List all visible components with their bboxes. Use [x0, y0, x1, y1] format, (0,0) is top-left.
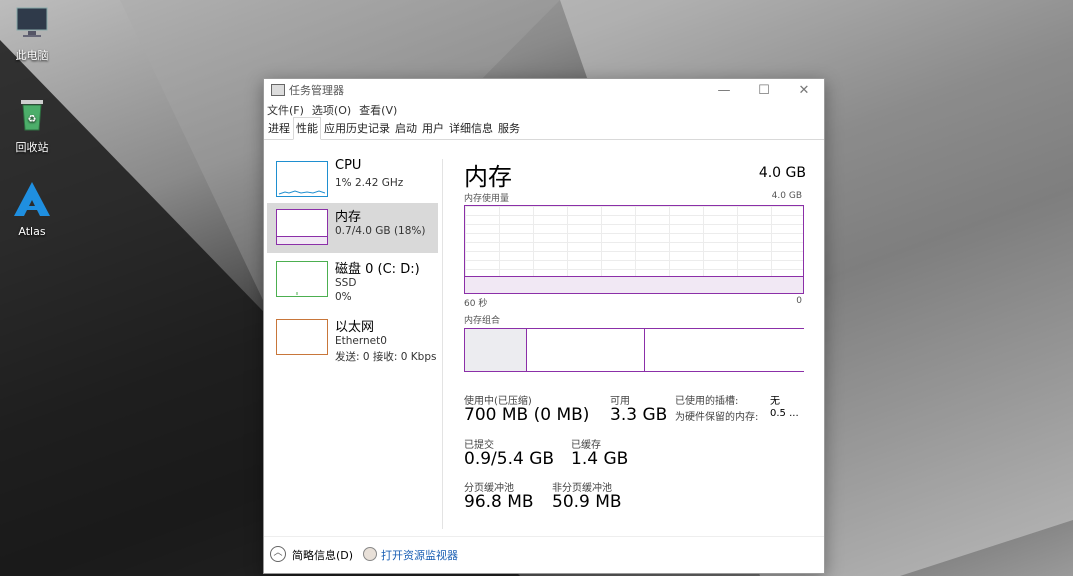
hw-reserved-value: 0.5 ...: [770, 408, 799, 419]
nonpaged-pool-value: 50.9 MB: [552, 492, 622, 512]
menu-file[interactable]: 文件(F): [267, 102, 304, 118]
pane-divider: [442, 159, 443, 529]
graph-x-left-label: 60 秒: [464, 299, 488, 309]
slots-used-label: 已使用的插槽:: [675, 396, 739, 407]
disk-thumbnail-graph: [276, 261, 328, 297]
memory-usage-graph: [464, 205, 804, 294]
sidebar-item-detail-2: 发送: 0 接收: 0 Kbps: [335, 351, 437, 363]
sidebar-item-title: 内存: [335, 210, 362, 225]
desktop-icon-recycle-bin[interactable]: ♻ 回收站: [2, 96, 62, 155]
slots-used-value: 无: [770, 396, 780, 407]
tab-details[interactable]: 详细信息: [447, 118, 495, 139]
total-memory: 4.0 GB: [758, 165, 806, 181]
computer-icon: [2, 6, 62, 43]
sidebar-item-detail: 0.7/4.0 GB (18%): [335, 225, 426, 237]
in-use-value: 700 MB (0 MB): [464, 405, 590, 425]
ethernet-thumbnail-graph: [276, 319, 328, 355]
task-manager-icon: [271, 84, 285, 96]
composition-label: 内存组合: [464, 316, 501, 326]
sidebar-item-detail: Ethernet0: [335, 335, 387, 347]
footer-bar: ︿ 简略信息(D) 打开资源监视器: [264, 536, 824, 573]
available-value: 3.3 GB: [610, 405, 668, 425]
desktop-icon-label: 此电脑: [15, 49, 49, 62]
sidebar-item-disk[interactable]: 磁盘 0 (C: D:) SSD 0%: [267, 255, 438, 311]
sidebar-item-detail: 1% 2.42 GHz: [335, 177, 404, 189]
sidebar-item-detail-2: 0%: [335, 291, 352, 303]
desktop-icon-this-pc[interactable]: 此电脑: [2, 6, 62, 63]
cached-value: 1.4 GB: [571, 449, 629, 469]
maximize-button[interactable]: ☐: [744, 83, 784, 98]
sidebar-item-detail: SSD: [335, 277, 357, 289]
close-button[interactable]: ✕: [784, 83, 824, 98]
chevron-up-icon[interactable]: ︿: [270, 546, 286, 562]
sidebar-item-ethernet[interactable]: 以太网 Ethernet0 发送: 0 接收: 0 Kbps: [267, 313, 438, 369]
hw-reserved-label: 为硬件保留的内存:: [675, 412, 759, 423]
desktop-icon-atlas[interactable]: Atlas: [2, 180, 62, 238]
sidebar-item-title: CPU: [335, 158, 362, 173]
resource-monitor-icon: [363, 547, 377, 561]
fewer-details-link[interactable]: 简略信息(D): [292, 547, 353, 563]
memory-usage-fill: [465, 276, 803, 293]
task-manager-window: 任务管理器 — ☐ ✕ 文件(F) 选项(O) 查看(V) 进程 性能 应用历史…: [263, 78, 825, 574]
usage-graph-max: 4.0 GB: [771, 191, 802, 201]
desktop-icon-label: Atlas: [18, 225, 46, 238]
sidebar-item-memory[interactable]: 内存 0.7/4.0 GB (18%): [267, 203, 438, 253]
composition-segment: [525, 329, 646, 371]
memory-thumbnail-graph: [276, 209, 328, 245]
tab-services[interactable]: 服务: [496, 118, 522, 139]
minimize-button[interactable]: —: [704, 83, 744, 98]
menu-options[interactable]: 选项(O): [312, 102, 351, 118]
tab-processes[interactable]: 进程: [266, 118, 292, 139]
resource-sidebar: CPU 1% 2.42 GHz 内存 0.7/4.0 GB (18%) 磁盘 0…: [264, 151, 442, 531]
cpu-thumbnail-graph: [276, 161, 328, 197]
paged-pool-value: 96.8 MB: [464, 492, 534, 512]
tab-bar: 进程 性能 应用历史记录 启动 用户 详细信息 服务: [264, 117, 824, 140]
graph-x-right-label: 0: [796, 296, 802, 306]
desktop-icon-label: 回收站: [15, 141, 49, 154]
committed-value: 0.9/5.4 GB: [464, 449, 555, 469]
memory-composition-bar: [464, 328, 804, 372]
tab-performance[interactable]: 性能: [293, 117, 321, 140]
composition-segment: [465, 329, 526, 371]
svg-text:♻: ♻: [28, 114, 37, 125]
page-title: 内存: [464, 163, 512, 191]
composition-segment: [644, 329, 804, 371]
sidebar-item-title: 磁盘 0 (C: D:): [335, 262, 420, 277]
title-bar: 任务管理器 — ☐ ✕: [264, 79, 824, 101]
open-resource-monitor-link[interactable]: 打开资源监视器: [381, 547, 458, 563]
tab-users[interactable]: 用户: [420, 118, 446, 139]
menu-bar: 文件(F) 选项(O) 查看(V): [264, 101, 824, 119]
sidebar-item-cpu[interactable]: CPU 1% 2.42 GHz: [267, 155, 438, 205]
recycle-bin-icon: ♻: [2, 96, 62, 135]
sidebar-item-title: 以太网: [335, 320, 375, 335]
tab-startup[interactable]: 启动: [393, 118, 419, 139]
window-title: 任务管理器: [289, 84, 344, 97]
usage-graph-label: 内存使用量: [464, 194, 510, 204]
atlas-logo-icon: [2, 180, 62, 221]
tab-app-history[interactable]: 应用历史记录: [322, 118, 392, 139]
menu-view[interactable]: 查看(V): [359, 102, 397, 118]
